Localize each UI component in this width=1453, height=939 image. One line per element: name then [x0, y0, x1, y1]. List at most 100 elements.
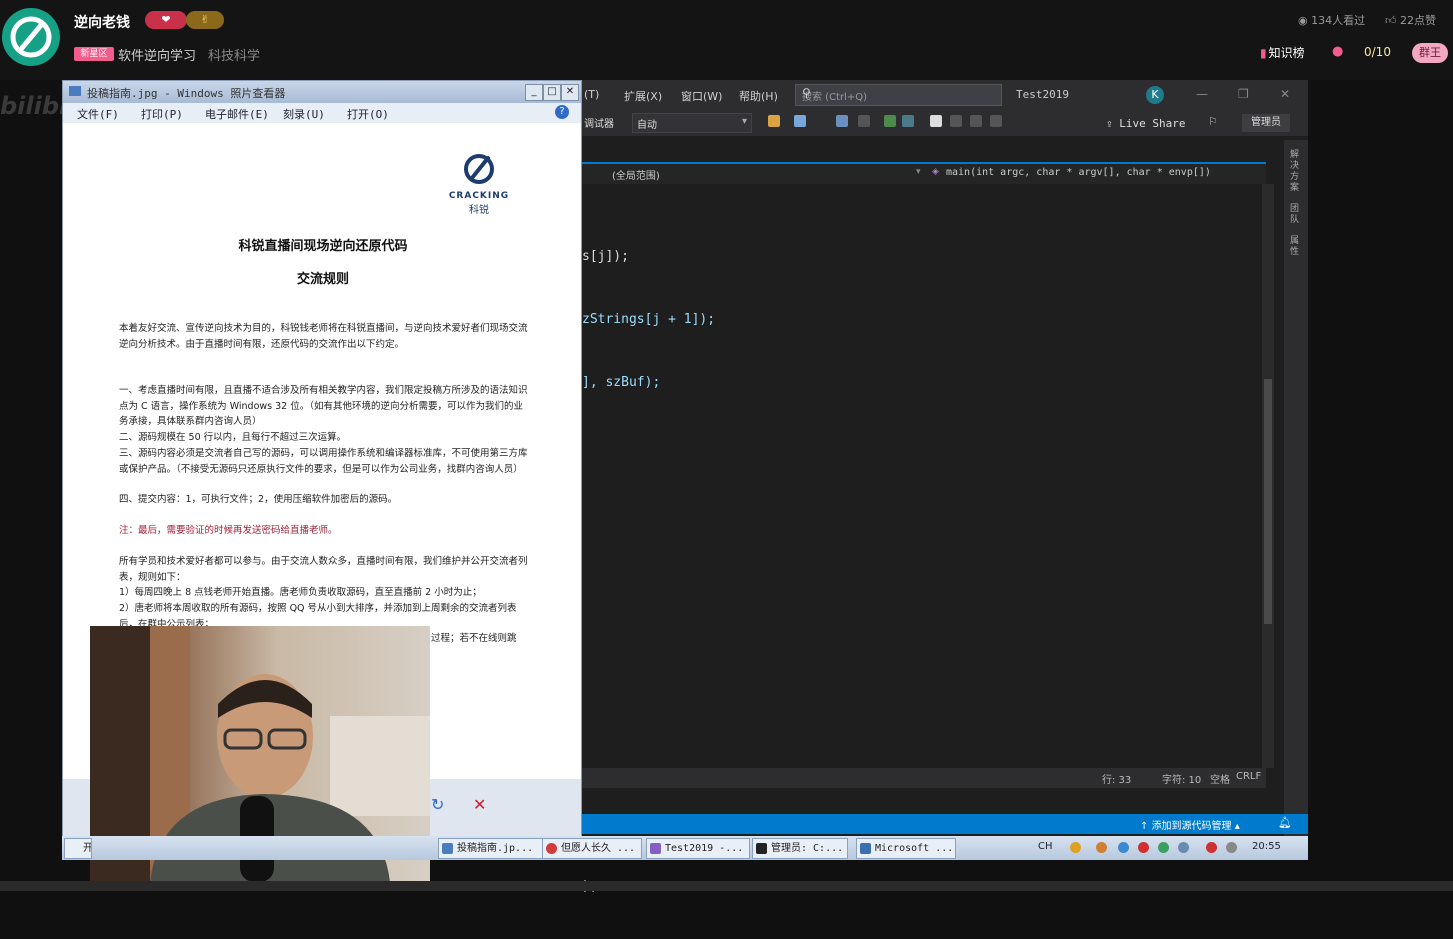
window-icon[interactable]: [794, 115, 806, 127]
vertical-scrollbar[interactable]: [1262, 184, 1274, 768]
help-icon[interactable]: ?: [555, 105, 569, 119]
restore-icon[interactable]: ❐: [1238, 87, 1249, 101]
team-explorer-tab[interactable]: 团队: [1290, 204, 1300, 226]
photo-viewer-icon: [69, 86, 81, 96]
function-dropdown[interactable]: main(int argc, char * argv[], char * env…: [946, 167, 1211, 178]
editor-status: 行: 33 字符: 10 空格 CRLF: [580, 768, 1266, 788]
delete-icon[interactable]: ✕: [473, 795, 486, 814]
maximize-icon[interactable]: □: [543, 84, 561, 101]
music-icon: [546, 843, 557, 854]
rank-button[interactable]: ▮ 知识榜: [1260, 44, 1305, 61]
solution-explorer-tab[interactable]: 解决方案: [1290, 150, 1300, 194]
clock[interactable]: 20:55: [1252, 841, 1281, 852]
tray-app-icon[interactable]: [1070, 842, 1081, 853]
account-avatar[interactable]: K: [1146, 86, 1164, 104]
sync-icon[interactable]: [1178, 842, 1189, 853]
bar-chart-icon: ▮: [1260, 46, 1267, 60]
code-line[interactable]: [582, 687, 715, 708]
code-line[interactable]: [582, 498, 715, 519]
stream-header: 逆向老钱 ❤ ✌ 新星区 软件逆向学习 科技科学 ◉ 134人看过 👍︎ 22点…: [0, 0, 1453, 80]
menu-tools[interactable]: (T): [584, 88, 599, 101]
menu-window[interactable]: 窗口(W): [681, 88, 722, 104]
menu-open[interactable]: 打开(O): [347, 106, 389, 122]
menu-file[interactable]: 文件(F): [77, 106, 119, 122]
menu-print[interactable]: 打印(P): [141, 106, 183, 122]
code-line[interactable]: ], szBuf);: [582, 372, 715, 393]
debug-target-combo[interactable]: 自动 ▾: [632, 113, 752, 133]
next-bookmark-icon[interactable]: [970, 115, 982, 127]
minimize-icon[interactable]: _: [525, 84, 543, 101]
vs-status-bar: ↑ 添加到源代码管理 ▴ 🔔︎: [580, 814, 1308, 834]
code-line[interactable]: s[j]);: [582, 246, 715, 267]
doc-rule-4: 四、提交内容：1，可执行文件；2，使用压缩软件加密后的源码。: [119, 494, 398, 505]
window-icon: [860, 843, 871, 854]
rotate-icon[interactable]: ↻: [431, 795, 444, 814]
close-icon[interactable]: ✕: [1280, 87, 1290, 101]
admin-button[interactable]: 管理员: [1242, 114, 1290, 132]
outdent-icon[interactable]: [902, 115, 914, 127]
feedback-icon[interactable]: ⚐: [1208, 115, 1220, 128]
sub-area-link[interactable]: 软件逆向学习: [118, 45, 196, 64]
parent-area-link[interactable]: 科技科学: [208, 45, 260, 64]
solution-name: Test2019: [1016, 88, 1069, 101]
column-indicator[interactable]: 字符: 10: [1162, 771, 1201, 786]
scrollbar-thumb[interactable]: [1264, 379, 1272, 624]
input-method-indicator[interactable]: CH: [1038, 841, 1053, 852]
area-tag: 新星区: [74, 47, 114, 61]
vs-search-box[interactable]: 搜索 (Ctrl+Q) ⚲: [795, 84, 1002, 106]
step-icon[interactable]: [836, 115, 848, 127]
doc-subtitle: 交流规则: [296, 272, 349, 287]
properties-tab[interactable]: 属性: [1290, 236, 1300, 258]
menu-burn[interactable]: 刻录(U): [283, 106, 325, 122]
streamer-name[interactable]: 逆向老钱: [74, 12, 130, 32]
menu-extensions[interactable]: 扩展(X): [624, 88, 662, 104]
whitespace-indicator[interactable]: 空格: [1210, 771, 1230, 786]
source-control-button[interactable]: ↑ 添加到源代码管理 ▴: [1140, 817, 1240, 832]
like-count[interactable]: 👍︎ 22点赞: [1385, 12, 1436, 28]
menu-help[interactable]: 帮助(H): [739, 88, 778, 104]
taskbar-item-console[interactable]: 管理员: C:...: [752, 838, 848, 859]
network-icon[interactable]: [1118, 842, 1129, 853]
fan-heart-badge[interactable]: ❤: [145, 11, 187, 29]
clear-bookmark-icon[interactable]: [990, 115, 1002, 127]
windows-taskbar: 开 投稿指南.jp... 但愿人长久 ... Test2019 -... 管理员…: [62, 836, 1308, 860]
doc-rule-1: 一、考虑直播时间有限，且直播不适合涉及所有相关教学内容，我们限定投稿方所涉及的语…: [119, 385, 528, 427]
viewer-title-bar[interactable]: 投稿指南.jpg - Windows 照片查看器 _ □ ✕: [63, 81, 581, 103]
live-share-button[interactable]: ⇪ Live Share: [1106, 117, 1185, 130]
scope-dropdown[interactable]: (全局范围): [612, 167, 660, 182]
bell-icon[interactable]: 🔔︎: [1278, 816, 1292, 829]
menu-email[interactable]: 电子邮件(E): [205, 106, 269, 122]
close-icon[interactable]: ✕: [561, 84, 579, 101]
tray-app-icon[interactable]: [1158, 842, 1169, 853]
king-badge[interactable]: 群王: [1412, 43, 1448, 63]
search-icon[interactable]: [1096, 842, 1107, 853]
taskbar-item-visual-studio[interactable]: Test2019 -...: [646, 838, 750, 859]
code-line[interactable]: [582, 561, 715, 582]
gift-icon[interactable]: ●: [1332, 44, 1343, 59]
taskbar-item-photo-viewer[interactable]: 投稿指南.jp...: [438, 838, 544, 859]
gift-progress: 0/10: [1364, 45, 1391, 59]
error-icon[interactable]: [1206, 842, 1217, 853]
chevron-down-icon: ▾: [916, 167, 921, 177]
streamer-avatar[interactable]: [2, 8, 60, 66]
prev-bookmark-icon[interactable]: [950, 115, 962, 127]
medal-badge[interactable]: ✌: [186, 11, 224, 29]
antivirus-icon[interactable]: [1138, 842, 1149, 853]
start-button[interactable]: 开: [64, 838, 92, 859]
code-line[interactable]: zStrings[j + 1]);: [582, 309, 715, 330]
line-indicator[interactable]: 行: 33: [1102, 771, 1131, 786]
folder-icon[interactable]: [768, 115, 780, 127]
volume-icon[interactable]: [1226, 842, 1237, 853]
taskbar-item-music[interactable]: 但愿人长久 ...: [542, 838, 642, 859]
line-ending-indicator[interactable]: CRLF: [1236, 771, 1261, 782]
minimize-icon[interactable]: —: [1196, 87, 1208, 101]
taskbar-item-microsoft[interactable]: Microsoft ...: [856, 838, 956, 859]
step-over-icon[interactable]: [858, 115, 870, 127]
visual-studio-window: (T) 扩展(X) 窗口(W) 帮助(H) 搜索 (Ctrl+Q) ⚲ Test…: [580, 80, 1308, 894]
doc-item-1: 1）每周四晚上 8 点钱老师开始直播。唐老师负责收取源码，直至直播前 2 小时为…: [119, 587, 482, 598]
code-line[interactable]: [582, 435, 715, 456]
indent-icon[interactable]: [884, 115, 896, 127]
code-line[interactable]: [582, 624, 715, 645]
bookmark-icon[interactable]: [930, 115, 942, 127]
debugger-dropdown[interactable]: 调试器: [584, 115, 614, 130]
